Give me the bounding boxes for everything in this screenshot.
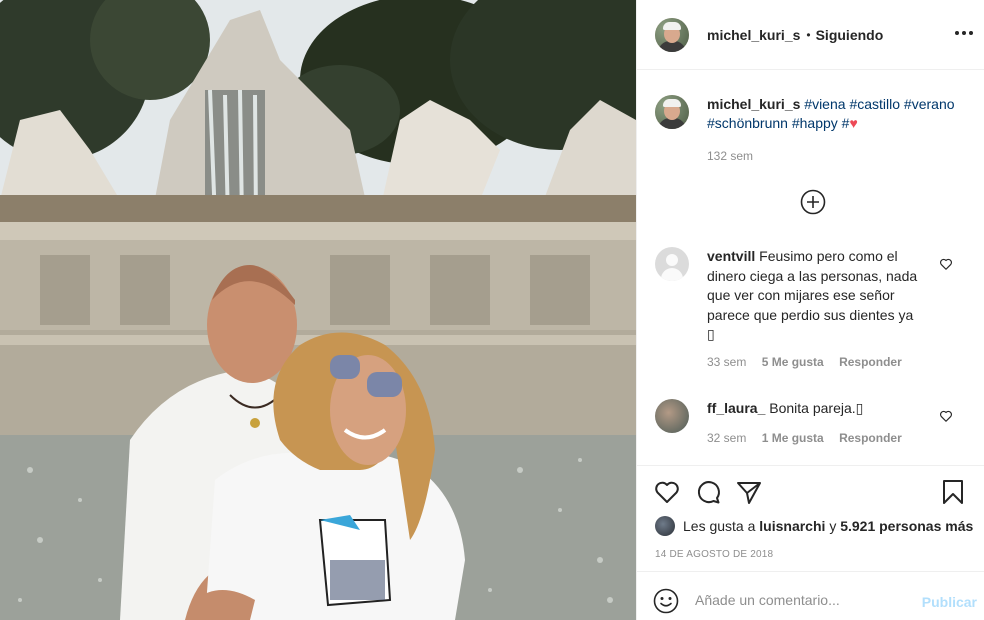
caption-avatar[interactable]	[655, 95, 689, 129]
caption-username[interactable]: michel_kuri_s	[707, 96, 800, 112]
publish-button[interactable]: Publicar	[922, 594, 977, 610]
heart-emoji: ♥	[849, 115, 858, 131]
hashtag-castillo[interactable]: #castillo	[849, 96, 900, 112]
comment-meta: 32 sem 1 Me gusta Responder	[707, 431, 975, 445]
commenter-avatar[interactable]	[655, 247, 689, 281]
comment-username[interactable]: ff_laura_	[707, 400, 765, 416]
photo-illustration	[0, 0, 636, 620]
load-more-comments-icon[interactable]	[800, 189, 826, 215]
commenter-avatar[interactable]	[655, 399, 689, 433]
hashtag-verano[interactable]: #verano	[904, 96, 955, 112]
reply-button[interactable]: Responder	[839, 431, 902, 445]
comment-emoji: ▯	[855, 400, 864, 416]
liker-avatar[interactable]	[655, 516, 675, 536]
comment-time[interactable]: 32 sem	[707, 431, 746, 445]
author-username[interactable]: michel_kuri_s	[707, 27, 800, 43]
caption-time[interactable]: 132 sem	[707, 149, 753, 163]
post-photo[interactable]	[0, 0, 636, 620]
comment-item: ventvill Feusimo pero como el dinero cie…	[655, 247, 975, 369]
comment-like-icon[interactable]	[939, 409, 953, 423]
emoji-icon[interactable]	[653, 588, 679, 614]
reply-button[interactable]: Responder	[839, 355, 902, 369]
comment-item: ff_laura_ Bonita pareja.▯ 32 sem 1 Me gu…	[655, 399, 975, 445]
add-comment-bar: Publicar	[637, 571, 984, 620]
more-options-icon[interactable]	[953, 22, 975, 44]
likes-prefix: Les gusta a	[683, 518, 756, 534]
comment-likes[interactable]: 1 Me gusta	[762, 431, 824, 445]
comment-icon[interactable]	[694, 478, 722, 506]
comment-username[interactable]: ventvill	[707, 248, 755, 264]
instagram-post: michel_kuri_s • Siguiendo michel_kuri_s …	[0, 0, 984, 620]
liker-username[interactable]: luisnarchi	[759, 518, 825, 534]
comments-section[interactable]: michel_kuri_s #viena #castillo #verano #…	[637, 71, 984, 465]
caption-meta: 132 sem	[707, 149, 975, 163]
comment-meta: 33 sem 5 Me gusta Responder	[707, 355, 975, 369]
post-actions: Les gusta a luisnarchi y 5.921 personas …	[637, 465, 984, 571]
author-avatar[interactable]	[655, 17, 689, 52]
post-side-panel: michel_kuri_s • Siguiendo michel_kuri_s …	[636, 0, 984, 620]
comment-body: Bonita pareja.	[769, 400, 856, 416]
likes-count[interactable]: 5.921 personas más	[840, 518, 973, 534]
comment-like-icon[interactable]	[939, 257, 953, 271]
hashtag-viena[interactable]: #viena	[804, 96, 845, 112]
caption-text: michel_kuri_s #viena #castillo #verano #…	[707, 95, 975, 133]
post-caption: michel_kuri_s #viena #castillo #verano #…	[655, 95, 975, 163]
likes-connector: y	[829, 518, 837, 534]
action-icons	[653, 478, 971, 506]
following-button[interactable]: Siguiendo	[816, 27, 884, 43]
comment-emoji: ▯	[707, 326, 715, 342]
hashtag-happy[interactable]: #happy	[792, 115, 838, 131]
add-comment-input[interactable]	[695, 586, 915, 614]
share-icon[interactable]	[735, 478, 763, 506]
like-heart-icon[interactable]	[653, 478, 681, 506]
comment-time[interactable]: 33 sem	[707, 355, 746, 369]
post-date[interactable]: 14 DE AGOSTO DE 2018	[655, 549, 773, 560]
comment-text: ventvill Feusimo pero como el dinero cie…	[707, 247, 937, 345]
comment-likes[interactable]: 5 Me gusta	[762, 355, 824, 369]
post-header: michel_kuri_s • Siguiendo	[637, 0, 984, 70]
comment-text: ff_laura_ Bonita pareja.▯	[707, 399, 937, 419]
likes-summary: Les gusta a luisnarchi y 5.921 personas …	[655, 516, 973, 536]
save-bookmark-icon[interactable]	[939, 478, 967, 506]
hashtag-heart[interactable]: #♥	[842, 115, 858, 131]
header-separator: •	[806, 27, 811, 42]
hashtag-schonbrunn[interactable]: #schönbrunn	[707, 115, 788, 131]
